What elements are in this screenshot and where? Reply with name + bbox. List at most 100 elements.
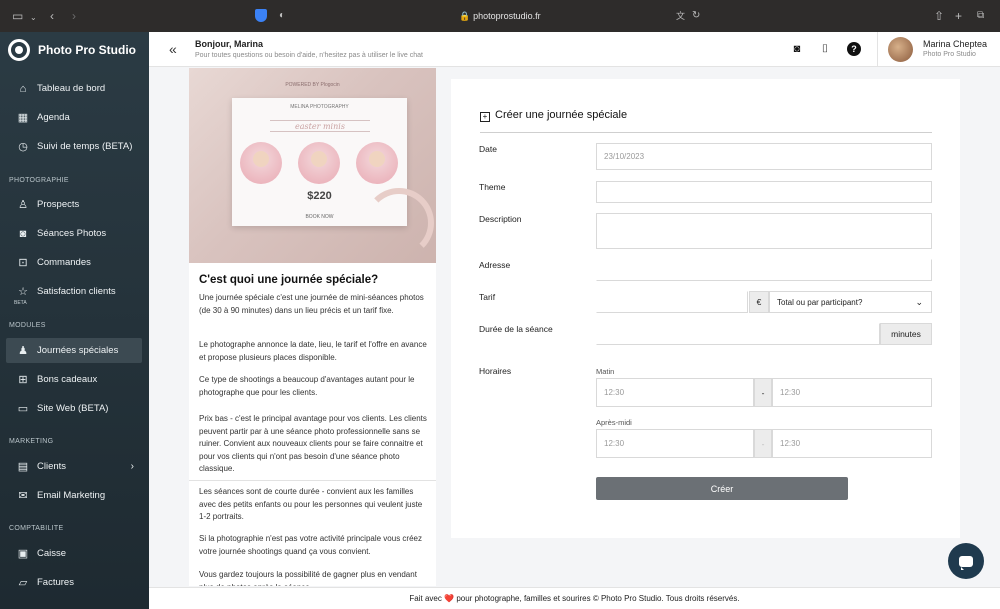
address-bar[interactable]: 🔒 photoprostudio.fr <box>300 6 700 26</box>
reload-icon[interactable]: ↻ <box>692 8 700 24</box>
sidebar-item-website[interactable]: ▭ Site Web (BETA) <box>6 396 142 421</box>
users-icon: ♟ <box>18 345 28 357</box>
sidebar-item-agenda[interactable]: ▦ Agenda <box>6 105 142 130</box>
clock-icon: ◷ <box>18 141 28 153</box>
translate-icon[interactable]: 文 <box>676 8 685 24</box>
forward-icon[interactable]: › <box>72 8 76 24</box>
chevron-down-icon[interactable]: ⌄ <box>30 10 37 26</box>
sidebar-item-gift-cards[interactable]: ⊞ Bons cadeaux <box>6 367 142 392</box>
camera-icon: ◙ <box>19 227 27 240</box>
info-paragraph: Les séances sont de courte durée - convi… <box>199 487 423 521</box>
info-paragraph: Le photographe annonce la date, lieu, le… <box>199 340 427 362</box>
afternoon-label: Après-midi <box>596 418 632 427</box>
info-paragraph: Ce type de shootings a beaucoup d'avanta… <box>199 375 415 397</box>
live-chat-button[interactable] <box>948 543 984 579</box>
heart-icon: ❤️ <box>444 594 455 603</box>
create-special-day-form: + Créer une journée spéciale Date 23/10/2… <box>451 79 960 538</box>
user-icon: ♙ <box>18 199 28 211</box>
ribbon-decoration <box>364 188 434 258</box>
brand-logo[interactable]: Photo Pro Studio <box>8 38 136 62</box>
afternoon-end-input[interactable]: 12:30 <box>772 429 932 458</box>
brand-name: Photo Pro Studio <box>38 43 136 57</box>
description-label: Description <box>479 214 522 224</box>
morning-label: Matin <box>596 367 615 376</box>
reader-icon[interactable]: ◐ <box>279 8 285 24</box>
sidebar-item-label: Commandes <box>37 257 91 268</box>
hours-label: Horaires <box>479 366 512 376</box>
sidebar-item-photo-sessions[interactable]: ◙ Séances Photos <box>6 221 142 246</box>
help-text: Pour toutes questions ou besoin d'aide, … <box>195 52 423 59</box>
help-icon[interactable]: ? <box>847 42 861 56</box>
sidebar-item-time-tracking[interactable]: ◷ Suivi de temps (BETA) <box>6 134 142 159</box>
flyer-powered-by: POWERED BY Plogocin <box>285 82 340 88</box>
user-name[interactable]: Marina Cheptea <box>923 39 987 49</box>
hero-image: POWERED BY Plogocin MELINA PHOTOGRAPHY e… <box>189 68 436 263</box>
url-text: photoprostudio.fr <box>473 11 541 21</box>
share-icon[interactable]: ⇧ <box>934 8 944 24</box>
home-icon: ⌂ <box>19 82 27 95</box>
morning-start-input[interactable]: 12:30 <box>596 378 754 407</box>
register-icon: ▣ <box>17 548 29 560</box>
tabs-icon[interactable]: ⧉ <box>977 8 984 24</box>
sidebar-item-label: Journées spéciales <box>37 345 119 356</box>
sidebar-item-label: Bons cadeaux <box>37 374 98 385</box>
sidebar-item-label: Séances Photos <box>37 228 107 239</box>
section-modules: MODULES <box>9 322 46 329</box>
logo-icon <box>8 39 30 61</box>
sidebar-item-orders[interactable]: ⊡ Commandes <box>6 250 142 275</box>
sidebar-item-email-marketing[interactable]: ✉ Email Marketing <box>6 483 142 508</box>
create-button[interactable]: Créer <box>596 477 848 500</box>
shield-icon[interactable] <box>255 9 267 22</box>
back-icon[interactable]: ‹ <box>50 8 54 24</box>
form-title: + Créer une journée spéciale <box>480 109 627 122</box>
new-tab-icon[interactable]: + <box>955 8 962 24</box>
tarif-type-value: Total ou par participant? <box>777 297 863 307</box>
info-title: C'est quoi une journée spéciale? <box>199 274 379 286</box>
sidebar-item-label: Tableau de bord <box>37 83 106 94</box>
sidebar-item-prospects[interactable]: ♙ Prospects <box>6 192 142 217</box>
star-icon: ☆ <box>18 286 28 298</box>
tarif-input[interactable] <box>596 291 748 313</box>
time-value: 12:30 <box>780 388 801 397</box>
sidebar: Photo Pro Studio ⌂ Tableau de bord ▦ Agend… <box>0 32 149 609</box>
morning-end-input[interactable]: 12:30 <box>772 378 932 407</box>
sidebar-item-cash-register[interactable]: ▣ Caisse <box>6 541 142 566</box>
theme-input[interactable] <box>596 181 932 203</box>
sidebar-item-invoices[interactable]: ▱ Factures <box>6 570 142 595</box>
currency-addon: € <box>749 291 769 313</box>
gift-icon: ⊞ <box>18 374 28 386</box>
sidebar-item-dashboard[interactable]: ⌂ Tableau de bord <box>6 76 142 101</box>
sidebar-item-label: Satisfaction clients <box>37 286 116 297</box>
camera-icon[interactable]: ◙ <box>790 42 804 56</box>
chevron-down-icon: ⌄ <box>915 296 923 307</box>
header-divider <box>877 32 878 67</box>
sidebar-item-label: Clients <box>37 461 67 472</box>
section-comptabilite: COMPTABILITE <box>9 525 64 532</box>
section-marketing: MARKETING <box>9 438 54 445</box>
address-input[interactable] <box>596 259 932 281</box>
sidebar-item-label: Suivi de temps (BETA) <box>37 141 133 152</box>
avatar[interactable] <box>888 37 913 62</box>
collapse-sidebar-icon[interactable]: « <box>169 41 177 57</box>
afternoon-start-input[interactable]: 12:30 <box>596 429 754 458</box>
sidebar-item-label: Site Web (BETA) <box>37 403 109 414</box>
description-textarea[interactable] <box>596 213 932 249</box>
monitor-icon: ▭ <box>17 403 29 415</box>
photo-camera-icon[interactable]: ⌷ <box>818 42 832 56</box>
date-label: Date <box>479 144 497 154</box>
footer-text-post: pour photographe, familles et sourires ©… <box>456 594 740 603</box>
duration-input[interactable] <box>596 323 880 345</box>
time-value: 12:30 <box>780 439 801 448</box>
sidebar-item-label: Caisse <box>37 548 67 559</box>
tarif-type-select[interactable]: Total ou par participant? ⌄ <box>769 291 932 313</box>
sidebar-item-clients[interactable]: ▤ Clients › <box>6 454 142 479</box>
info-paragraph: Si la photographie n'est pas votre activ… <box>199 534 422 556</box>
sidebar-toggle-icon[interactable]: ▭ <box>12 8 23 24</box>
morning-dash: - <box>754 378 772 407</box>
flyer-photo-3 <box>356 142 398 184</box>
sidebar-item-special-days[interactable]: ♟ Journées spéciales <box>6 338 142 363</box>
flyer-photo-2 <box>298 142 340 184</box>
user-company: Photo Pro Studio <box>923 51 976 58</box>
date-input[interactable]: 23/10/2023 <box>596 143 932 170</box>
sidebar-item-label: Prospects <box>37 199 80 210</box>
